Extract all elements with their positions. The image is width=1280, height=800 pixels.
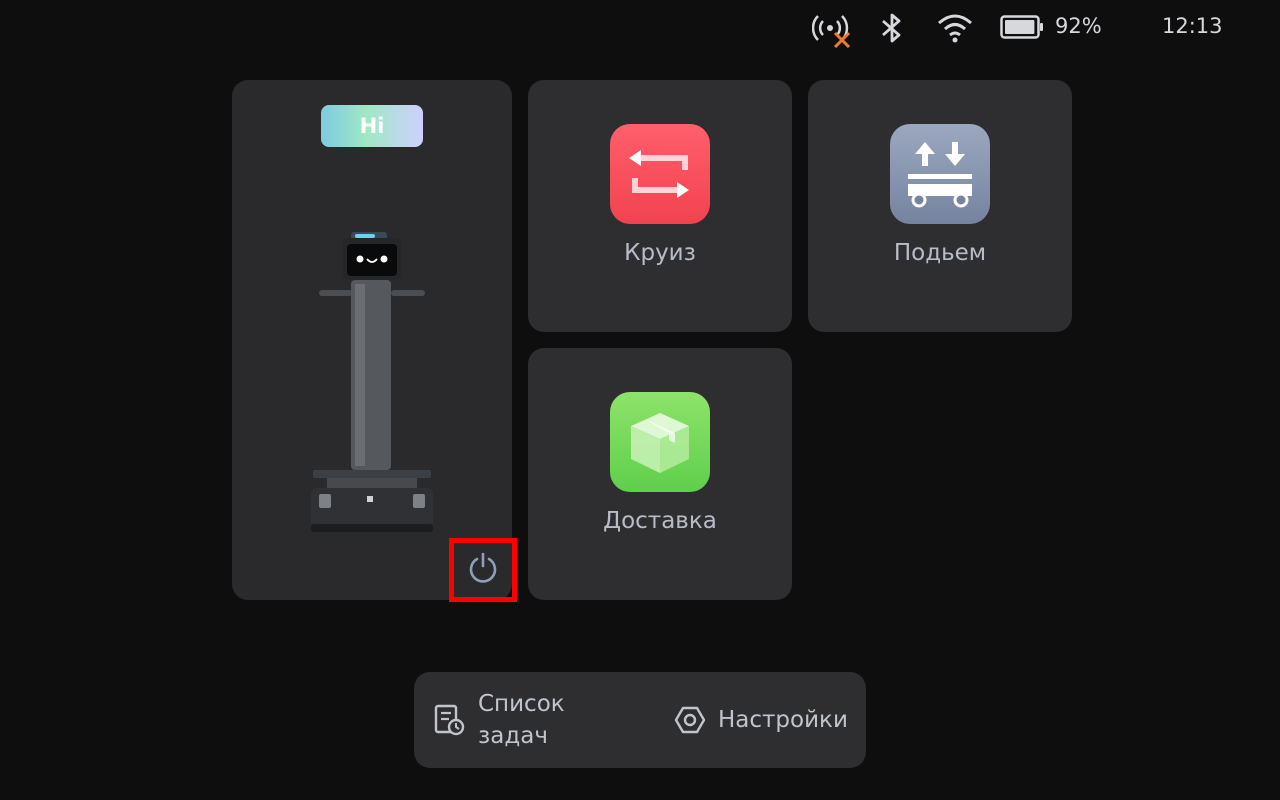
cruise-loop-icon bbox=[610, 124, 710, 224]
greeting-badge: Hi bbox=[321, 105, 423, 147]
delivery-mode-button[interactable]: Доставка bbox=[528, 348, 792, 600]
battery-icon bbox=[1000, 14, 1044, 40]
robot-panel: Hi bbox=[232, 80, 517, 602]
status-bar: 92% 12:13 bbox=[0, 0, 1280, 56]
cruise-mode-label: Круиз bbox=[624, 240, 696, 266]
task-list-label-line2: задач bbox=[478, 723, 548, 749]
task-list-button[interactable]: Список задач bbox=[432, 688, 565, 752]
battery-percent: 92% bbox=[1055, 14, 1102, 38]
task-list-icon bbox=[432, 703, 466, 737]
lift-mode-label: Подьем bbox=[893, 240, 987, 266]
settings-hex-icon bbox=[674, 704, 706, 736]
settings-button[interactable]: Настройки bbox=[674, 704, 848, 736]
task-list-label-line1: Список bbox=[478, 691, 565, 717]
bottom-bar: Список задач Настройки bbox=[414, 672, 866, 768]
robot-illustration bbox=[307, 230, 437, 544]
power-button[interactable] bbox=[449, 538, 517, 602]
delivery-box-icon bbox=[610, 392, 710, 492]
signal-disconnected-icon bbox=[812, 10, 852, 48]
lift-cart-icon bbox=[890, 124, 990, 224]
clock-time: 12:13 bbox=[1162, 14, 1223, 38]
task-list-label: Список задач bbox=[478, 688, 565, 752]
bluetooth-icon bbox=[878, 12, 906, 44]
delivery-mode-label: Доставка bbox=[603, 508, 717, 534]
lift-mode-button[interactable]: Подьем bbox=[808, 80, 1072, 332]
settings-label: Настройки bbox=[718, 707, 848, 733]
wifi-icon bbox=[936, 12, 974, 44]
power-icon bbox=[466, 551, 500, 589]
cruise-mode-button[interactable]: Круиз bbox=[528, 80, 792, 332]
